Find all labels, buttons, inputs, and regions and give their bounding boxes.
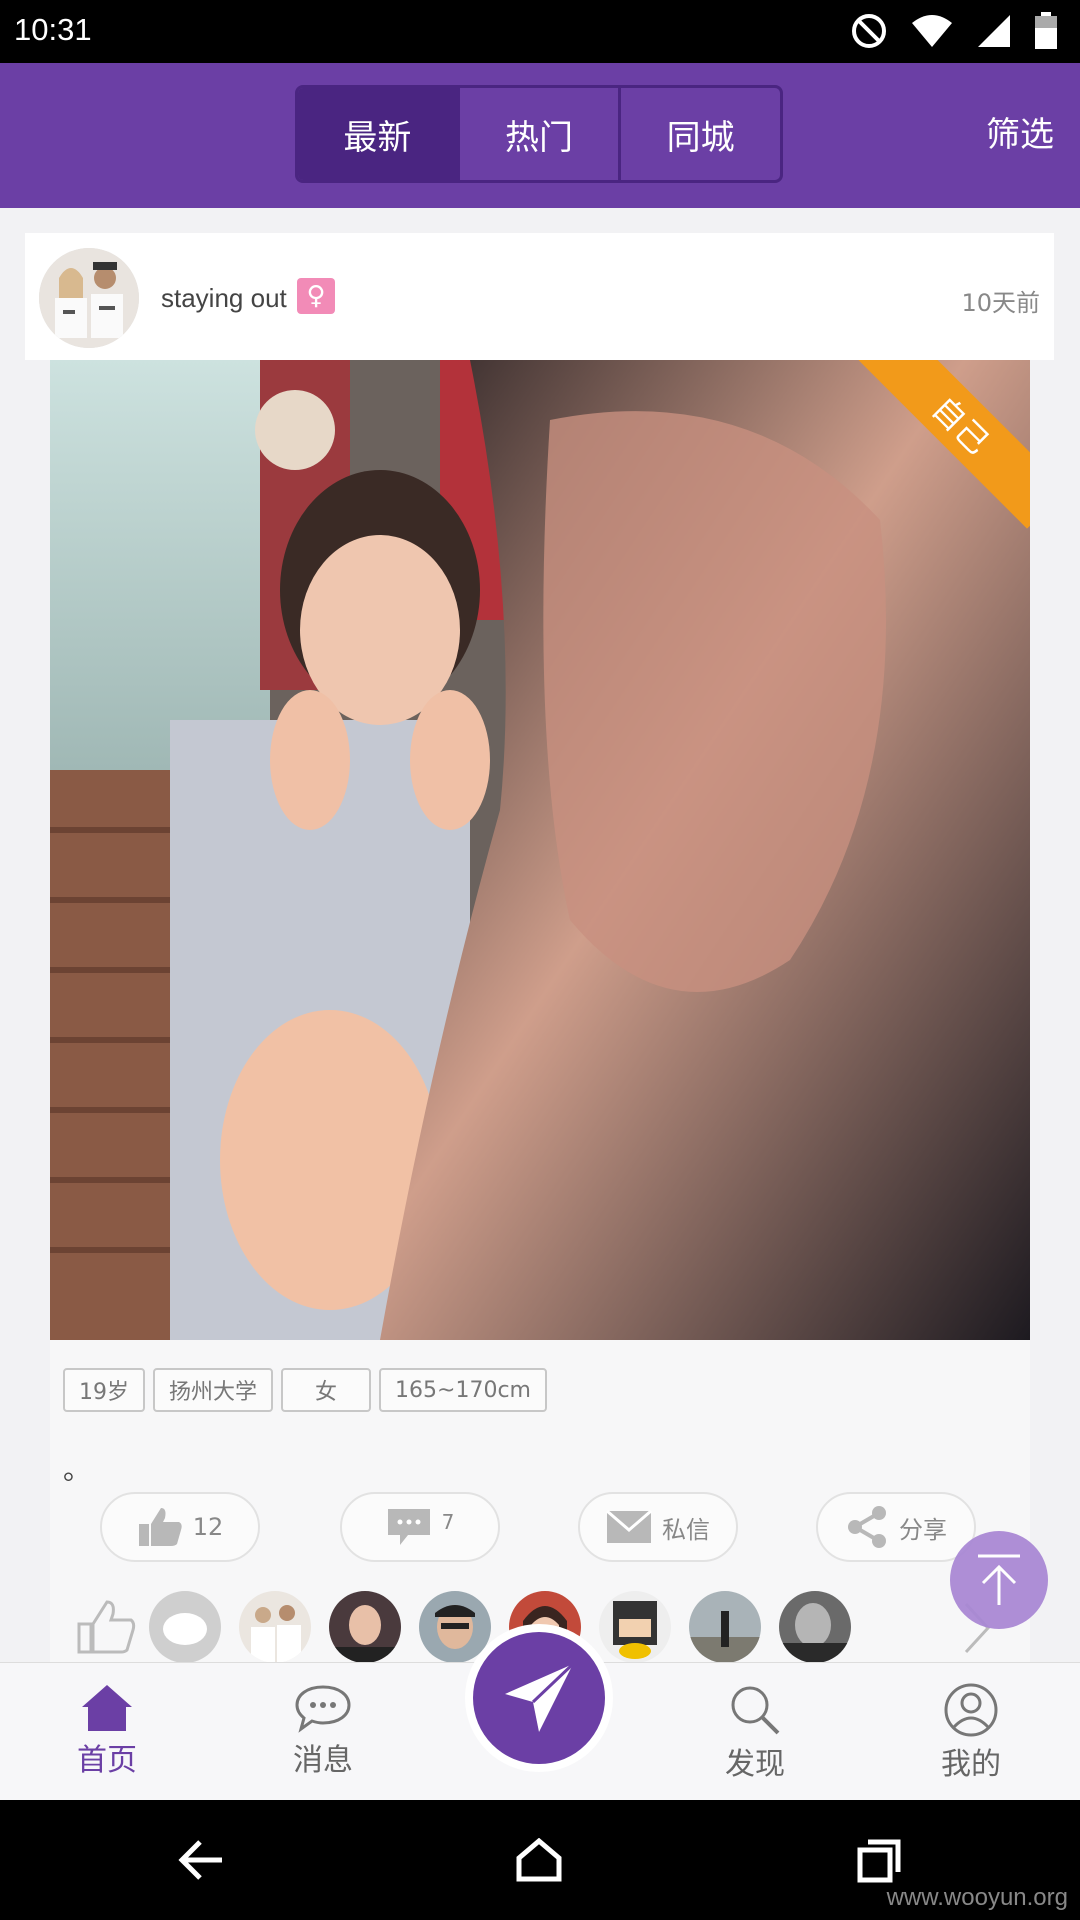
profile-icon	[944, 1683, 998, 1737]
tab-hot[interactable]: 热门	[460, 88, 622, 180]
nav-discover-label: 发现	[725, 1747, 785, 1782]
home-icon	[82, 1685, 132, 1731]
action-bar: 12 7 私信 分享	[100, 1492, 980, 1564]
signal-icon	[978, 15, 1010, 47]
post-content: 。	[63, 1453, 92, 1486]
liker-avatar[interactable]	[239, 1591, 311, 1663]
tag-gender: 女	[281, 1368, 372, 1412]
comment-button[interactable]: 7	[340, 1492, 500, 1562]
status-bar: 10:31	[0, 0, 1080, 63]
liker-avatar[interactable]	[689, 1591, 761, 1663]
post-time: 10天前	[961, 289, 1040, 317]
arrow-up-icon	[978, 1554, 1020, 1605]
post-photo[interactable]: 自己	[50, 360, 1030, 1340]
share-icon	[848, 1506, 886, 1548]
nav-me-label: 我的	[941, 1747, 1001, 1782]
nav-messages[interactable]: 消息	[258, 1683, 388, 1779]
gender-badge: ♀	[297, 278, 335, 314]
liker-avatar[interactable]	[779, 1591, 851, 1663]
nav-home-label: 首页	[77, 1743, 137, 1778]
system-navigation-bar: www.wooyun.org	[0, 1800, 1080, 1920]
nav-messages-label: 消息	[293, 1743, 353, 1778]
liker-list	[75, 1591, 869, 1663]
status-time: 10:31	[14, 12, 92, 47]
tab-same-city[interactable]: 同城	[621, 88, 780, 180]
liker-avatar[interactable]	[599, 1591, 671, 1663]
share-button[interactable]: 分享	[816, 1492, 976, 1562]
paper-plane-icon	[505, 1662, 575, 1732]
liker-avatar[interactable]	[329, 1591, 401, 1663]
tag-list: 19岁 扬州大学 女 165~170cm	[63, 1368, 547, 1412]
liker-avatar[interactable]	[149, 1591, 221, 1663]
app-header: 最新 热门 同城 筛选	[0, 63, 1080, 208]
tab-latest[interactable]: 最新	[298, 88, 460, 180]
publish-button[interactable]	[465, 1624, 613, 1772]
tag-height: 165~170cm	[379, 1368, 547, 1412]
chat-bubble-icon	[295, 1685, 351, 1733]
author-avatar[interactable]	[39, 248, 139, 348]
private-message-label: 私信	[662, 1515, 710, 1544]
back-icon[interactable]	[176, 1838, 226, 1882]
nav-home[interactable]: 首页	[42, 1683, 172, 1779]
like-count: 12	[192, 1513, 224, 1541]
post-body: 19岁 扬州大学 女 165~170cm 。 12 7 私信 分享	[50, 1340, 1030, 1663]
thumbs-up-icon	[138, 1508, 182, 1546]
private-message-button[interactable]: 私信	[578, 1492, 738, 1562]
share-label: 分享	[899, 1515, 947, 1544]
mail-icon	[606, 1510, 652, 1543]
publish-button-inner	[473, 1632, 605, 1764]
comment-count: 7	[441, 1510, 455, 1534]
nav-discover[interactable]: 发现	[690, 1683, 820, 1783]
filter-button[interactable]: 筛选	[986, 107, 1054, 156]
status-icons	[850, 12, 1058, 50]
like-button[interactable]: 12	[100, 1492, 260, 1562]
author-name[interactable]: staying out	[161, 283, 287, 314]
recents-icon[interactable]	[856, 1838, 902, 1884]
wifi-icon	[912, 15, 952, 47]
home-system-icon[interactable]	[516, 1838, 562, 1882]
battery-icon	[1035, 12, 1057, 49]
search-icon	[731, 1686, 780, 1735]
photo-image	[50, 360, 1030, 1340]
tag-age: 19岁	[63, 1368, 145, 1412]
comment-icon	[387, 1509, 430, 1545]
back-to-top-button[interactable]	[950, 1531, 1048, 1629]
post-header: staying out ♀ 10天前	[25, 233, 1054, 360]
tag-school: 扬州大学	[153, 1368, 274, 1412]
nav-me[interactable]: 我的	[906, 1683, 1036, 1783]
watermark: www.wooyun.org	[886, 1884, 1068, 1911]
do-not-disturb-icon	[852, 14, 886, 48]
thumbs-up-outline-icon	[77, 1600, 136, 1654]
feed-tab-group: 最新 热门 同城	[295, 85, 783, 183]
